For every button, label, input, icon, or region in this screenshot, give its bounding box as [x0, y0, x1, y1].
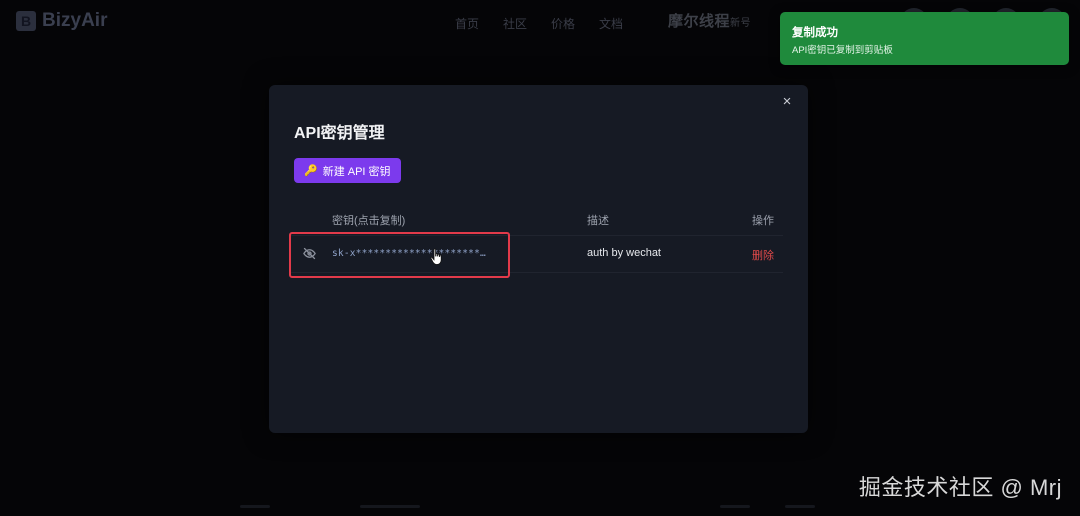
nav-item-docs[interactable]: 文档 [599, 15, 623, 32]
close-icon[interactable]: × [780, 94, 794, 109]
table-header: 密钥(点击复制) 描述 操作 [289, 205, 783, 233]
moore-threads-suffix: 新号 [730, 18, 752, 29]
column-header-description: 描述 [587, 215, 609, 227]
footer-link [785, 505, 815, 508]
page: B BizyAir 首页 社区 价格 文档 摩尔线程新号 × API密钥管理 🔑 [0, 0, 1080, 516]
footer-link [720, 505, 750, 508]
toast-message: API密钥已复制到剪贴板 [792, 45, 893, 56]
nav-item-community[interactable]: 社区 [503, 15, 527, 32]
main-nav: 首页 社区 价格 文档 [455, 15, 623, 32]
app-name: BizyAir [42, 10, 108, 31]
key-highlight-box [289, 232, 510, 278]
moore-threads-watermark: 摩尔线程新号 [668, 10, 751, 31]
footer-link [360, 505, 420, 508]
app-logo[interactable]: B BizyAir [16, 10, 107, 32]
new-api-key-label: 新建 API 密钥 [322, 165, 391, 178]
hand-cursor-icon [430, 248, 442, 265]
column-header-actions: 操作 [752, 215, 774, 227]
logo-mark-icon: B [16, 11, 36, 31]
key-description: auth by wechat [587, 247, 661, 259]
modal-title: API密钥管理 [294, 125, 385, 142]
nav-item-pricing[interactable]: 价格 [551, 15, 575, 32]
footer-link [240, 505, 270, 508]
juejin-watermark: 掘金技术社区 @ Mrj [858, 475, 1062, 500]
column-header-key: 密钥(点击复制) [332, 215, 406, 227]
delete-key-button[interactable]: 删除 [752, 247, 774, 263]
moore-threads-text: 摩尔线程 [668, 13, 731, 30]
key-icon: 🔑 [304, 165, 318, 177]
copy-success-toast: 复制成功 API密钥已复制到剪贴板 [780, 12, 1069, 65]
nav-item-home[interactable]: 首页 [455, 15, 479, 32]
toast-title: 复制成功 [792, 27, 838, 39]
background-footer [0, 505, 1080, 516]
new-api-key-button[interactable]: 🔑 新建 API 密钥 [294, 158, 401, 183]
